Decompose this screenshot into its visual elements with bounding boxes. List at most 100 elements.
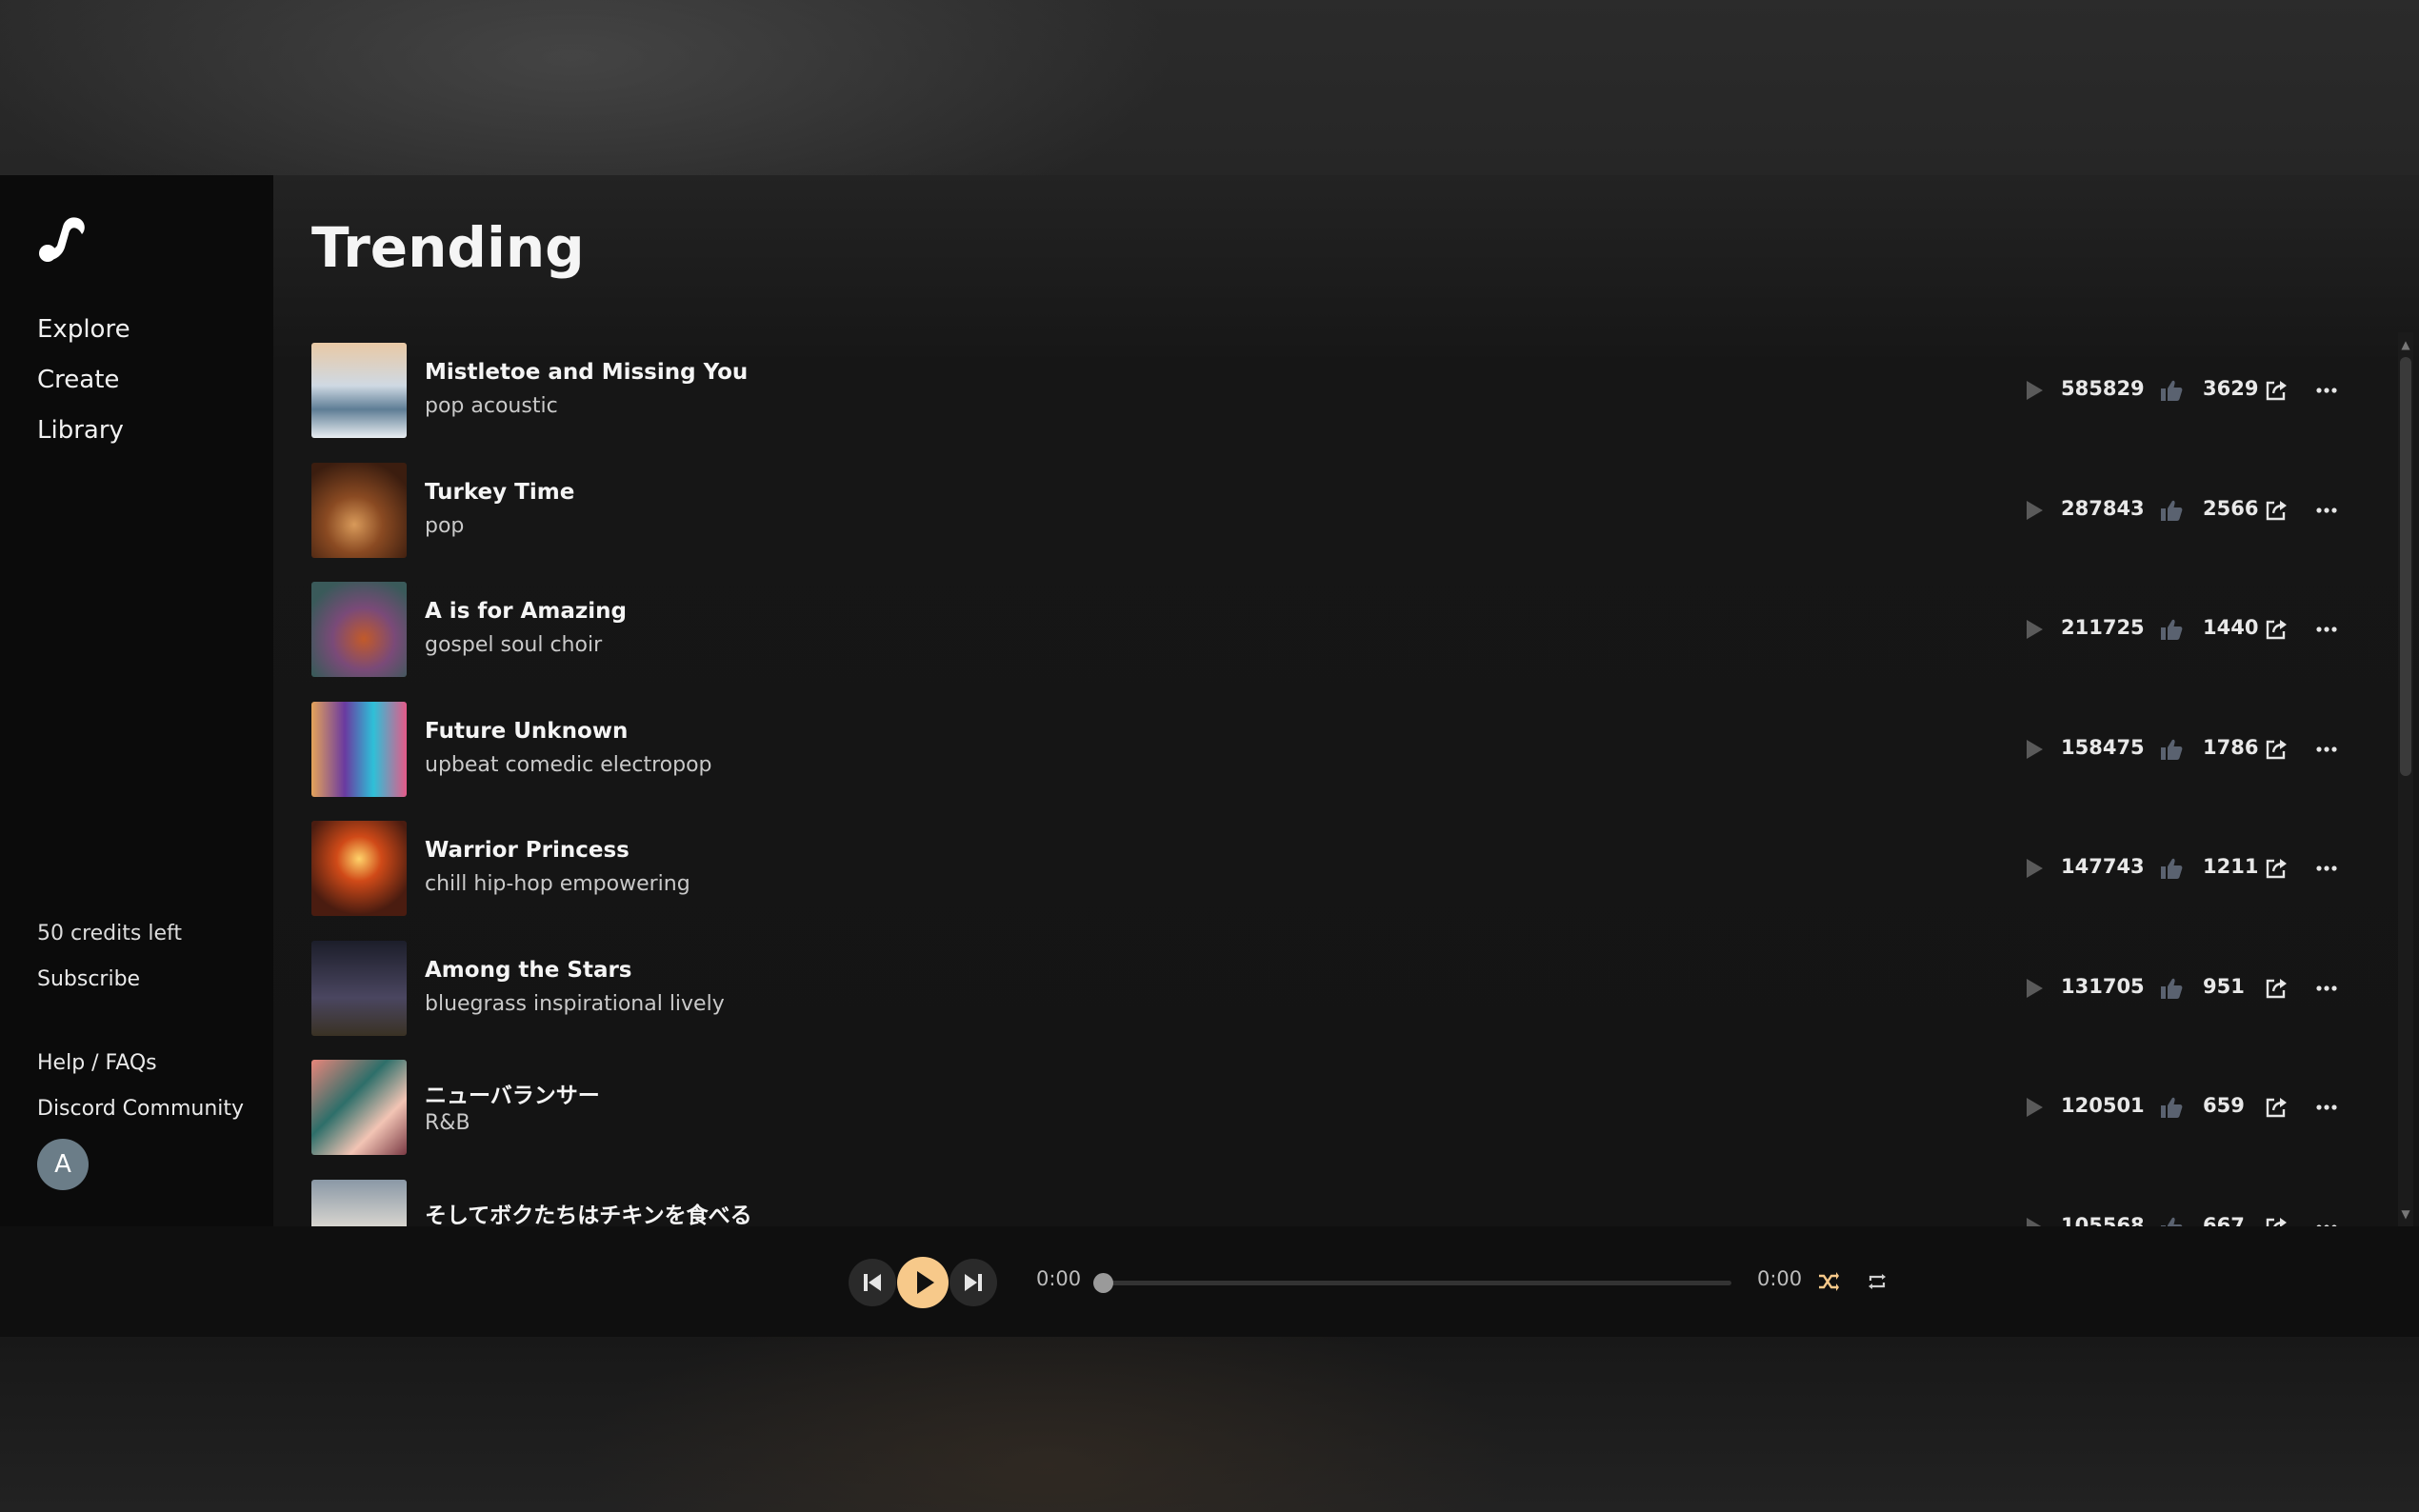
thumbs-up-icon[interactable] bbox=[2159, 856, 2184, 881]
song-row[interactable]: ニューバランサー R&B 120501 659 bbox=[311, 1060, 2369, 1155]
seek-handle[interactable] bbox=[1093, 1273, 1113, 1293]
repeat-icon[interactable] bbox=[1865, 1269, 1889, 1294]
subscribe-link[interactable]: Subscribe bbox=[37, 967, 140, 991]
song-row[interactable]: Mistletoe and Missing You pop acoustic 5… bbox=[311, 343, 2369, 438]
discord-community-link[interactable]: Discord Community bbox=[37, 1097, 244, 1121]
more-options-icon[interactable] bbox=[2311, 976, 2342, 1001]
play-count-icon[interactable] bbox=[2024, 618, 2045, 641]
scrollbar-thumb[interactable] bbox=[2400, 357, 2411, 776]
avatar[interactable]: A bbox=[37, 1139, 89, 1190]
scroll-up-arrow-icon[interactable]: ▲ bbox=[2400, 338, 2411, 351]
play-count-icon[interactable] bbox=[2024, 379, 2045, 402]
song-title[interactable]: Warrior Princess bbox=[425, 838, 630, 863]
play-count-icon[interactable] bbox=[2024, 1216, 2045, 1226]
play-count-icon[interactable] bbox=[2024, 499, 2045, 522]
song-genre: bluegrass inspirational lively bbox=[425, 992, 725, 1016]
song-genre: chill hip-hop empowering bbox=[425, 872, 690, 896]
like-count: 3629 bbox=[2203, 377, 2259, 400]
song-title[interactable]: Future Unknown bbox=[425, 719, 628, 744]
song-cover-art[interactable] bbox=[311, 463, 407, 558]
song-row[interactable]: Warrior Princess chill hip-hop empowerin… bbox=[311, 821, 2369, 916]
thumbs-up-icon[interactable] bbox=[2159, 976, 2184, 1001]
sidebar: Explore Create Library 50 credits left S… bbox=[0, 175, 273, 1226]
song-cover-art[interactable] bbox=[311, 941, 407, 1036]
skip-back-icon bbox=[864, 1274, 881, 1291]
song-title[interactable]: そしてボクたちはチキンを食べる bbox=[425, 1197, 752, 1226]
song-cover-art[interactable] bbox=[311, 702, 407, 797]
skip-forward-icon bbox=[965, 1274, 982, 1291]
app-window: Explore Create Library 50 credits left S… bbox=[0, 175, 2419, 1337]
thumbs-up-icon[interactable] bbox=[2159, 737, 2184, 762]
more-options-icon[interactable] bbox=[2311, 378, 2342, 403]
share-icon[interactable] bbox=[2264, 1095, 2289, 1120]
logo-icon[interactable] bbox=[36, 213, 90, 267]
song-title[interactable]: ニューバランサー bbox=[425, 1077, 600, 1109]
song-genre: R&B bbox=[425, 1111, 470, 1135]
more-options-icon[interactable] bbox=[2311, 1215, 2342, 1226]
song-genre: pop acoustic bbox=[425, 394, 558, 418]
song-cover-art[interactable] bbox=[311, 821, 407, 916]
thumbs-up-icon[interactable] bbox=[2159, 1095, 2184, 1120]
thumbs-up-icon[interactable] bbox=[2159, 378, 2184, 403]
nav-library[interactable]: Library bbox=[37, 416, 124, 445]
page-title: Trending bbox=[311, 215, 585, 280]
share-icon[interactable] bbox=[2264, 378, 2289, 403]
total-time: 0:00 bbox=[1757, 1267, 1803, 1290]
song-row[interactable]: Turkey Time pop 287843 2566 bbox=[311, 463, 2369, 558]
scrollbar[interactable]: ▲ ▼ bbox=[2392, 332, 2419, 1226]
seek-bar[interactable] bbox=[1103, 1281, 1731, 1285]
song-row[interactable]: そしてボクたちはチキンを食べる 105568 667 bbox=[311, 1180, 2369, 1226]
song-cover-art[interactable] bbox=[311, 343, 407, 438]
song-title[interactable]: Among the Stars bbox=[425, 958, 632, 983]
thumbs-up-icon[interactable] bbox=[2159, 1215, 2184, 1226]
play-count: 211725 bbox=[2061, 616, 2145, 639]
like-count: 951 bbox=[2203, 975, 2245, 998]
song-title[interactable]: Turkey Time bbox=[425, 480, 574, 505]
play-button[interactable] bbox=[897, 1257, 949, 1308]
play-count: 158475 bbox=[2061, 736, 2145, 759]
thumbs-up-icon[interactable] bbox=[2159, 617, 2184, 642]
next-track-button[interactable] bbox=[950, 1259, 997, 1306]
like-count: 2566 bbox=[2203, 497, 2259, 520]
like-count: 1440 bbox=[2203, 616, 2259, 639]
more-options-icon[interactable] bbox=[2311, 1095, 2342, 1120]
more-options-icon[interactable] bbox=[2311, 498, 2342, 523]
share-icon[interactable] bbox=[2264, 856, 2289, 881]
song-row[interactable]: Among the Stars bluegrass inspirational … bbox=[311, 941, 2369, 1036]
play-icon bbox=[917, 1271, 934, 1294]
play-count-icon[interactable] bbox=[2024, 977, 2045, 1000]
song-genre: upbeat comedic electropop bbox=[425, 753, 712, 777]
share-icon[interactable] bbox=[2264, 1215, 2289, 1226]
nav-explore[interactable]: Explore bbox=[37, 315, 130, 344]
play-count: 147743 bbox=[2061, 855, 2145, 878]
more-options-icon[interactable] bbox=[2311, 856, 2342, 881]
more-options-icon[interactable] bbox=[2311, 617, 2342, 642]
song-cover-art[interactable] bbox=[311, 1060, 407, 1155]
credits-left: 50 credits left bbox=[37, 922, 182, 945]
song-list: Mistletoe and Missing You pop acoustic 5… bbox=[311, 343, 2388, 1226]
share-icon[interactable] bbox=[2264, 498, 2289, 523]
like-count: 659 bbox=[2203, 1094, 2245, 1117]
play-count: 131705 bbox=[2061, 975, 2145, 998]
shuffle-icon[interactable] bbox=[1815, 1269, 1840, 1294]
thumbs-up-icon[interactable] bbox=[2159, 498, 2184, 523]
play-count-icon[interactable] bbox=[2024, 1096, 2045, 1119]
more-options-icon[interactable] bbox=[2311, 737, 2342, 762]
song-row[interactable]: A is for Amazing gospel soul choir 21172… bbox=[311, 582, 2369, 677]
play-count: 105568 bbox=[2061, 1214, 2145, 1226]
song-row[interactable]: Future Unknown upbeat comedic electropop… bbox=[311, 702, 2369, 797]
share-icon[interactable] bbox=[2264, 617, 2289, 642]
song-title[interactable]: Mistletoe and Missing You bbox=[425, 360, 748, 385]
help-faqs-link[interactable]: Help / FAQs bbox=[37, 1051, 157, 1075]
play-count-icon[interactable] bbox=[2024, 738, 2045, 761]
previous-track-button[interactable] bbox=[849, 1259, 896, 1306]
play-count: 287843 bbox=[2061, 497, 2145, 520]
scroll-down-arrow-icon[interactable]: ▼ bbox=[2400, 1207, 2411, 1221]
song-title[interactable]: A is for Amazing bbox=[425, 599, 627, 624]
play-count-icon[interactable] bbox=[2024, 857, 2045, 880]
song-cover-art[interactable] bbox=[311, 1180, 407, 1226]
share-icon[interactable] bbox=[2264, 976, 2289, 1001]
nav-create[interactable]: Create bbox=[37, 366, 119, 394]
share-icon[interactable] bbox=[2264, 737, 2289, 762]
song-cover-art[interactable] bbox=[311, 582, 407, 677]
